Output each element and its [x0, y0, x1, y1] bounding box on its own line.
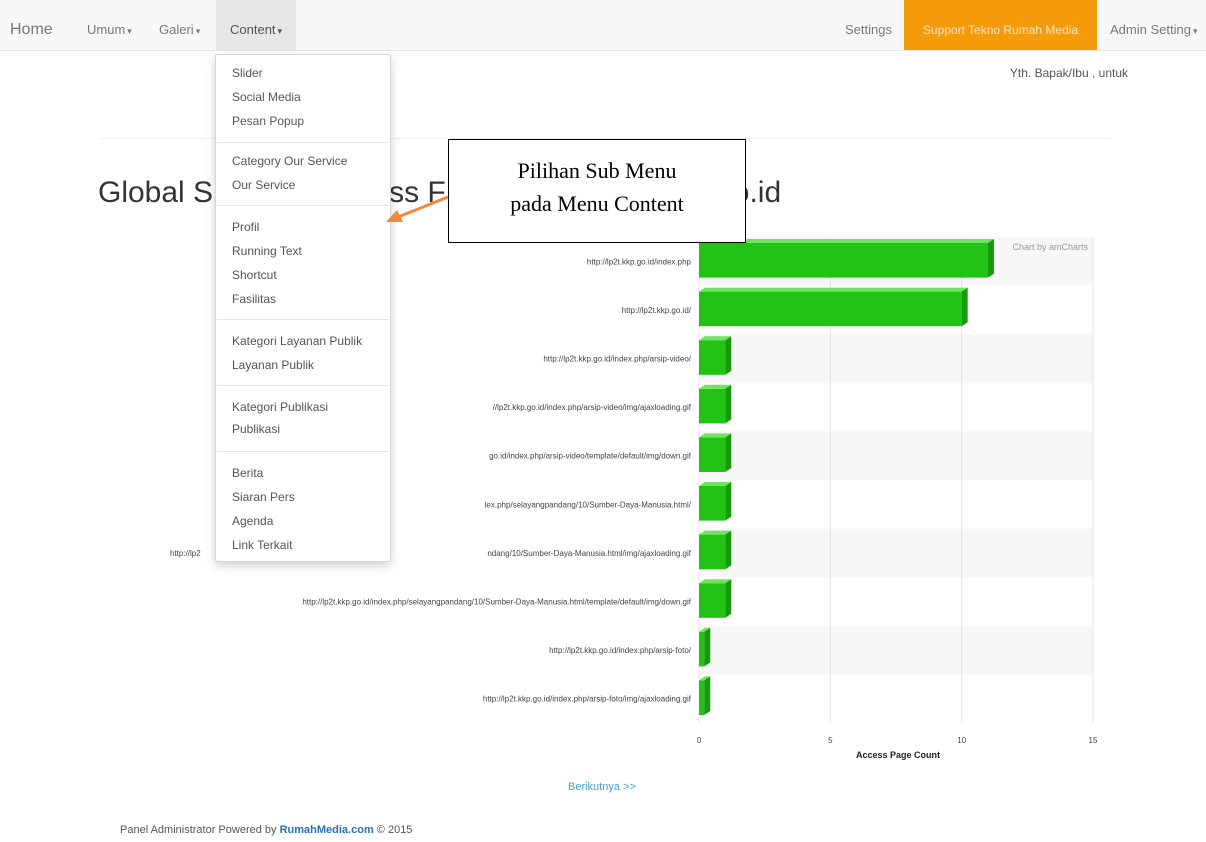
chart-row-band	[699, 334, 1093, 383]
footer-brand-link[interactable]: RumahMedia.com	[280, 824, 374, 836]
chart-category-label: http://lp2t.kkp.go.id/index.php	[587, 257, 692, 266]
menu-item-kategori-publikasi[interactable]: Kategori Publikasi	[232, 400, 328, 414]
chart-bar-side	[725, 579, 732, 618]
chart-bar	[699, 243, 988, 278]
menu-item-siaran-pers[interactable]: Siaran Pers	[232, 490, 295, 504]
chart-bar-side	[725, 433, 732, 472]
menu-item-kategori-layanan-publik[interactable]: Kategori Layanan Publik	[232, 334, 362, 348]
chart-bar-side	[961, 287, 968, 327]
menu-item-pesan-popup[interactable]: Pesan Popup	[232, 114, 304, 128]
chart-bar	[699, 388, 726, 424]
chart-category-label: http://lp2t.kkp.go.id/	[622, 306, 692, 315]
chart-category-label: go.id/index.php/arsip-video/template/def…	[489, 452, 692, 461]
annotation-callout: Pilihan Sub Menu pada Menu Content	[448, 139, 746, 243]
menu-item-agenda[interactable]: Agenda	[232, 514, 273, 528]
footer-prefix: Panel Administrator Powered by	[120, 824, 277, 836]
chart-x-tick-label: 10	[957, 736, 966, 745]
chart-bar	[699, 680, 705, 715]
chart-credit-link[interactable]: Chart by amCharts	[1012, 242, 1088, 252]
menu-item-layanan-publik[interactable]: Layanan Publik	[232, 358, 314, 372]
chart-bar	[699, 631, 705, 667]
chart-bar-side	[725, 336, 732, 375]
menu-item-shortcut[interactable]: Shortcut	[232, 268, 277, 282]
annotation-line-1: Pilihan Sub Menu	[517, 158, 677, 183]
menu-item-fasilitas[interactable]: Fasilitas	[232, 292, 276, 306]
chart-category-label: http://lp2t.kkp.go.id/index.php/arsip-fo…	[483, 695, 692, 704]
chart-bar	[699, 583, 726, 618]
chart-partial-label: http://lp2	[170, 549, 201, 558]
footer: Panel Administrator Powered by RumahMedi…	[120, 824, 412, 836]
menu-divider	[217, 451, 389, 452]
chart-row-band	[699, 431, 1093, 480]
menu-item-profil[interactable]: Profil	[232, 220, 259, 234]
chart-bar-side	[725, 384, 732, 424]
next-page-link[interactable]: Berikutnya >>	[568, 781, 636, 793]
menu-divider	[217, 385, 389, 386]
chart-bar-top	[699, 287, 968, 292]
chart-category-label: http://lp2t.kkp.go.id/index.php/selayang…	[302, 598, 691, 607]
chart-row-band	[699, 625, 1093, 675]
menu-item-running-text[interactable]: Running Text	[232, 244, 302, 258]
chart-x-tick-label: 5	[828, 736, 833, 745]
menu-divider	[217, 142, 389, 143]
chart-bar-side	[704, 676, 711, 715]
annotation-line-2: pada Menu Content	[510, 191, 684, 216]
chart-category-label: ndang/10/Sumber-Daya-Manusia.html/img/aj…	[487, 549, 691, 558]
chart-bar	[699, 486, 726, 521]
menu-item-slider[interactable]: Slider	[232, 66, 263, 80]
chart-bar-side	[725, 482, 732, 521]
chart-x-axis-title: Access Page Count	[856, 750, 940, 760]
chart-bar-side	[725, 530, 732, 570]
chart-x-tick-label: 15	[1089, 736, 1098, 745]
menu-item-our-service[interactable]: Our Service	[232, 178, 295, 192]
footer-suffix: © 2015	[376, 824, 413, 836]
menu-divider	[217, 319, 389, 320]
chart-x-tick-label: 0	[697, 736, 702, 745]
menu-item-publikasi[interactable]: Publikasi	[232, 422, 280, 436]
menu-item-link-terkait[interactable]: Link Terkait	[232, 538, 292, 552]
access-page-bar-chart: http://lp2t.kkp.go.id/index.php http://lp…	[170, 237, 1098, 760]
chart-category-label: lex.php/selayangpandang/10/Sumber-Daya-M…	[485, 500, 692, 509]
chart-category-label: http://lp2t.kkp.go.id/index.php/arsip-vi…	[543, 355, 691, 364]
menu-item-berita[interactable]: Berita	[232, 466, 263, 480]
chart-bar	[699, 437, 726, 472]
chart-bar	[699, 534, 726, 570]
chart-category-label: //lp2t.kkp.go.id/index.php/arsip-video/i…	[493, 403, 692, 412]
menu-item-category-our-service[interactable]: Category Our Service	[232, 154, 347, 168]
chart-category-label: http://lp2t.kkp.go.id/index.php/arsip-fo…	[549, 646, 692, 655]
chart-bar-side	[987, 239, 994, 278]
menu-divider	[217, 205, 389, 206]
chart-bar	[699, 340, 726, 375]
chart-bar	[699, 291, 962, 327]
chart-row-band	[699, 528, 1093, 578]
content-dropdown-menu: Slider Social Media Pesan Popup Category…	[215, 54, 391, 562]
chart-bar-side	[704, 627, 711, 667]
menu-item-social-media[interactable]: Social Media	[232, 90, 301, 104]
